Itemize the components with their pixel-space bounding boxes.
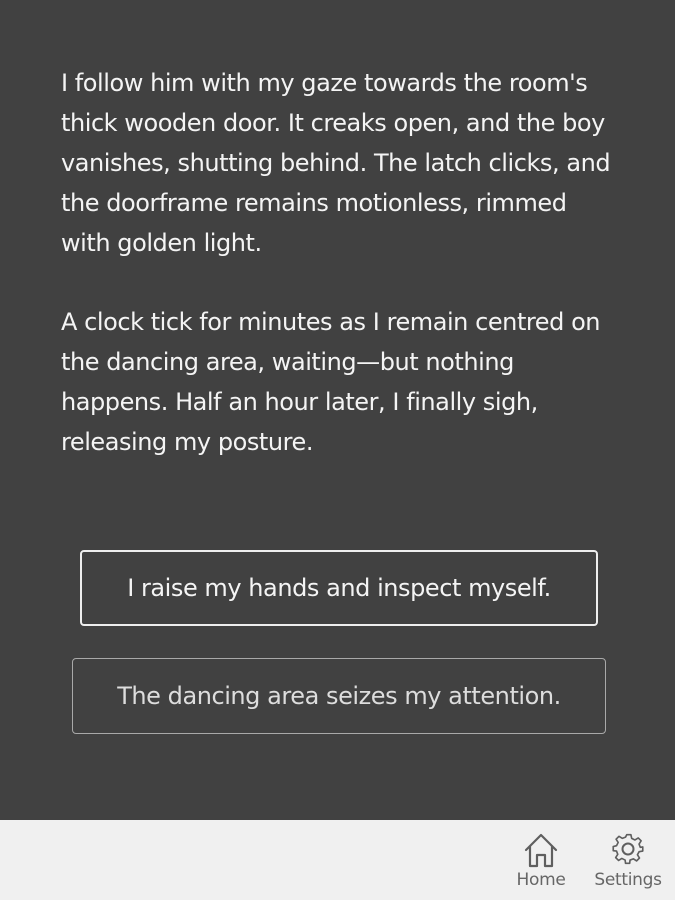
story-paragraph: A clock tick for minutes as I remain cen… [61,308,601,456]
story-paragraph: I follow him with my gaze towards the ro… [61,69,611,257]
story-screen: I follow him with my gaze towards the ro… [0,0,675,900]
choice-button-dancing-area[interactable]: The dancing area seizes my attention. [72,658,606,734]
gear-icon [612,833,644,865]
choice-button-inspect-self[interactable]: I raise my hands and inspect myself. [80,550,598,626]
nav-home-label: Home [516,870,566,890]
nav-settings-label: Settings [594,870,662,890]
nav-settings-button[interactable]: Settings [590,830,666,890]
bottom-navigation-bar: Home Settings [0,820,675,900]
nav-home-button[interactable]: Home [511,830,571,890]
story-text: I follow him with my gaze towards the ro… [61,63,621,501]
home-icon [524,833,558,868]
